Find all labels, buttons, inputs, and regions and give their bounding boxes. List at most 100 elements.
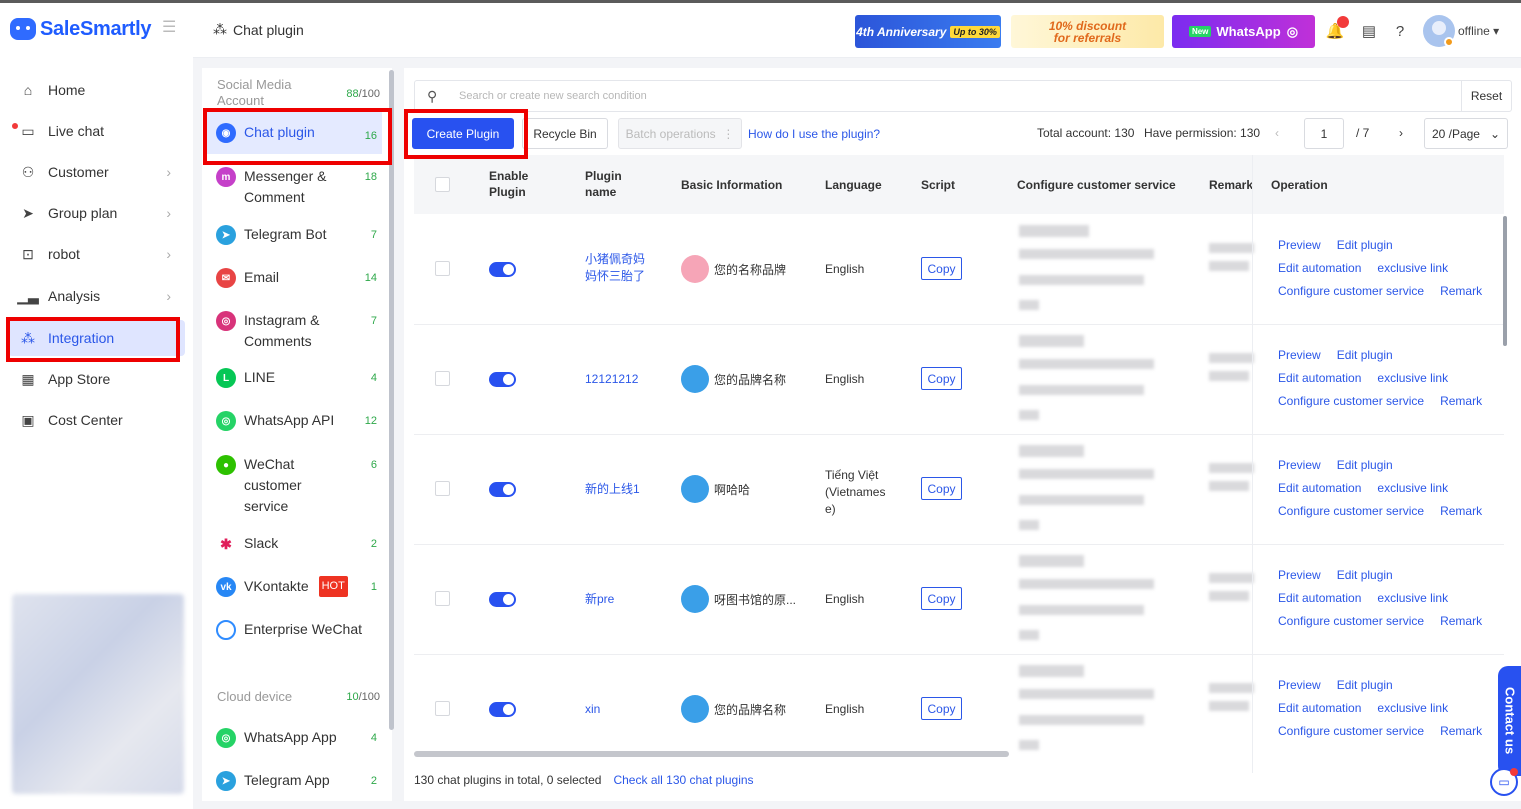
copy-script-button[interactable]: Copy — [921, 477, 962, 500]
help-link[interactable]: How do I use the plugin? — [748, 127, 880, 141]
plugin-name-link[interactable]: xin — [585, 701, 655, 718]
edit-automation-link[interactable]: Edit automation — [1278, 701, 1361, 715]
row-checkbox[interactable] — [435, 261, 450, 276]
row-checkbox[interactable] — [435, 371, 450, 386]
edit-automation-link[interactable]: Edit automation — [1278, 261, 1361, 275]
nav-live-chat[interactable]: ▭ Live chat — [8, 113, 185, 149]
enable-toggle[interactable] — [489, 372, 516, 387]
channel-messenger[interactable]: m Messenger & Comment 18 — [207, 166, 382, 208]
create-plugin-button[interactable]: Create Plugin — [412, 118, 514, 149]
channel-list-scrollbar[interactable] — [389, 70, 394, 730]
remark-link[interactable]: Remark — [1440, 724, 1482, 738]
channel-vkontakte[interactable]: vk VKontakte HOT 1 — [207, 576, 382, 597]
whatsapp-icon: ◎ — [1286, 23, 1299, 39]
copy-script-button[interactable]: Copy — [921, 257, 962, 280]
edit-automation-link[interactable]: Edit automation — [1278, 591, 1361, 605]
prev-page-button[interactable]: ‹ — [1275, 126, 1279, 140]
edit-automation-link[interactable]: Edit automation — [1278, 371, 1361, 385]
batch-operations-button[interactable]: Batch operations ⋮ — [618, 118, 742, 149]
vk-icon: vk — [216, 577, 236, 597]
check-all-link[interactable]: Check all 130 chat plugins — [613, 773, 753, 787]
contact-us-tab[interactable]: Contact us — [1498, 666, 1521, 776]
table-horizontal-scrollbar[interactable] — [414, 751, 1009, 757]
enable-toggle[interactable] — [489, 702, 516, 717]
exclusive-link[interactable]: exclusive link — [1377, 591, 1448, 605]
plugin-name-link[interactable]: 小猪佩奇妈妈怀三胎了 — [585, 251, 655, 285]
preview-link[interactable]: Preview — [1278, 238, 1321, 252]
channel-chat-plugin[interactable]: ◉ Chat plugin 16 — [207, 112, 382, 154]
configure-service-link[interactable]: Configure customer service — [1278, 394, 1424, 408]
remark-link[interactable]: Remark — [1440, 504, 1482, 518]
search-bar[interactable]: ⚲ Search or create new search condition … — [414, 80, 1512, 112]
nav-customer[interactable]: ⚇ Customer › — [8, 154, 185, 190]
nav-analysis[interactable]: ▁▃ Analysis › — [8, 278, 185, 314]
configure-service-link[interactable]: Configure customer service — [1278, 284, 1424, 298]
app-logo[interactable]: SaleSmartly — [10, 15, 152, 43]
preview-link[interactable]: Preview — [1278, 568, 1321, 582]
channel-telegram-app[interactable]: ➤ Telegram App 2 — [207, 770, 382, 791]
next-page-button[interactable]: › — [1399, 126, 1403, 140]
row-checkbox[interactable] — [435, 591, 450, 606]
configure-service-link[interactable]: Configure customer service — [1278, 504, 1424, 518]
edit-plugin-link[interactable]: Edit plugin — [1337, 678, 1393, 692]
edit-plugin-link[interactable]: Edit plugin — [1337, 348, 1393, 362]
page-size-select[interactable]: 20 /Page ⌄ — [1424, 118, 1508, 149]
remark-link[interactable]: Remark — [1440, 394, 1482, 408]
user-status-dropdown[interactable]: offline ▾ — [1458, 24, 1499, 38]
help-icon[interactable]: ? — [1390, 21, 1410, 41]
recycle-bin-button[interactable]: Recycle Bin — [522, 118, 608, 149]
channel-whatsapp-app[interactable]: ◎ WhatsApp App 4 — [207, 727, 382, 748]
page-input[interactable]: 1 — [1304, 118, 1344, 149]
remark-link[interactable]: Remark — [1440, 614, 1482, 628]
enable-toggle[interactable] — [489, 592, 516, 607]
exclusive-link[interactable]: exclusive link — [1377, 371, 1448, 385]
nav-group-plan[interactable]: ➤ Group plan › — [8, 195, 185, 231]
channel-wechat[interactable]: ● WeChat customer service 6 — [207, 454, 382, 517]
search-input[interactable]: Search or create new search condition — [459, 90, 647, 102]
exclusive-link[interactable]: exclusive link — [1377, 261, 1448, 275]
plugin-name-link[interactable]: 新的上线1 — [585, 481, 655, 498]
anniversary-banner[interactable]: 4th Anniversary Up to 30% — [855, 15, 1001, 48]
channel-telegram-bot[interactable]: ➤ Telegram Bot 7 — [207, 224, 382, 245]
select-all-checkbox[interactable] — [435, 177, 450, 192]
preview-link[interactable]: Preview — [1278, 458, 1321, 472]
nav-cost-center[interactable]: ▣ Cost Center — [8, 402, 185, 438]
exclusive-link[interactable]: exclusive link — [1377, 481, 1448, 495]
row-checkbox[interactable] — [435, 701, 450, 716]
clipboard-icon[interactable]: ▤ — [1359, 21, 1379, 41]
nav-app-store[interactable]: ▦ App Store — [8, 361, 185, 397]
row-checkbox[interactable] — [435, 481, 450, 496]
channel-email[interactable]: ✉ Email 14 — [207, 267, 382, 288]
preview-link[interactable]: Preview — [1278, 348, 1321, 362]
edit-automation-link[interactable]: Edit automation — [1278, 481, 1361, 495]
nav-robot[interactable]: ⊡ robot › — [8, 236, 185, 272]
channel-line[interactable]: L LINE 4 — [207, 367, 382, 388]
preview-link[interactable]: Preview — [1278, 678, 1321, 692]
referral-banner[interactable]: 10% discount for referrals — [1011, 15, 1164, 48]
nav-home[interactable]: ⌂ Home — [8, 72, 185, 108]
enable-toggle[interactable] — [489, 262, 516, 277]
exclusive-link[interactable]: exclusive link — [1377, 701, 1448, 715]
channel-enterprise-wechat[interactable]: Enterprise WeChat — [207, 619, 382, 640]
enable-toggle[interactable] — [489, 482, 516, 497]
configure-service-link[interactable]: Configure customer service — [1278, 724, 1424, 738]
edit-plugin-link[interactable]: Edit plugin — [1337, 458, 1393, 472]
channel-instagram[interactable]: ◎ Instagram & Comments 7 — [207, 310, 382, 352]
remark-link[interactable]: Remark — [1440, 284, 1482, 298]
edit-plugin-link[interactable]: Edit plugin — [1337, 238, 1393, 252]
configure-service-link[interactable]: Configure customer service — [1278, 614, 1424, 628]
channel-whatsapp-api[interactable]: ◎ WhatsApp API 12 — [207, 410, 382, 431]
reset-button[interactable]: Reset — [1461, 81, 1511, 111]
nav-integration[interactable]: ⁂ Integration — [8, 320, 185, 356]
copy-script-button[interactable]: Copy — [921, 587, 962, 610]
chat-bubble-icon[interactable]: ▭ — [1490, 768, 1518, 796]
copy-script-button[interactable]: Copy — [921, 367, 962, 390]
copy-script-button[interactable]: Copy — [921, 697, 962, 720]
menu-collapse-icon[interactable]: ☰ — [162, 17, 176, 37]
channel-slack[interactable]: ✱ Slack 2 — [207, 533, 382, 554]
table-vertical-scrollbar[interactable] — [1503, 216, 1507, 346]
plugin-name-link[interactable]: 新pre — [585, 591, 655, 608]
plugin-name-link[interactable]: 12121212 — [585, 371, 655, 388]
whatsapp-banner[interactable]: New WhatsApp ◎ — [1172, 15, 1315, 48]
edit-plugin-link[interactable]: Edit plugin — [1337, 568, 1393, 582]
